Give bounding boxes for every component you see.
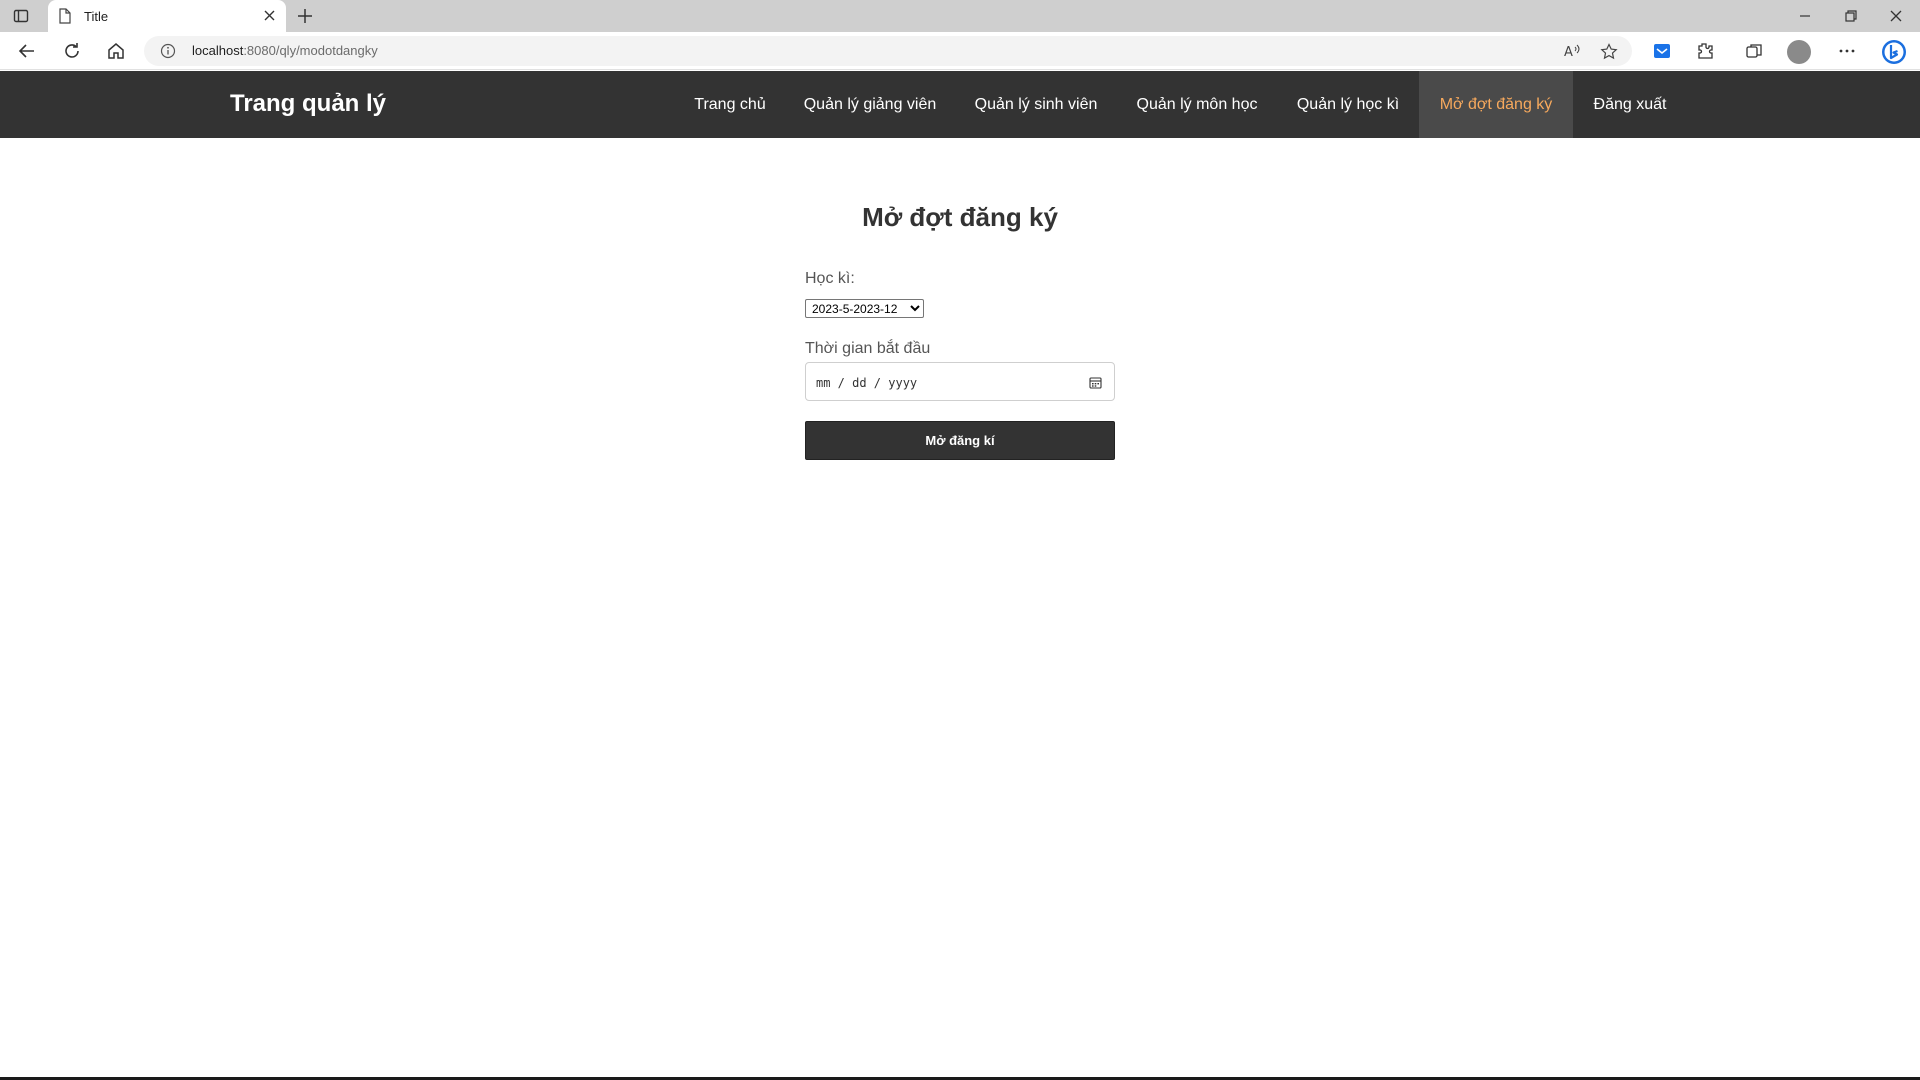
start-time-label: Thời gian bắt đầu [805, 340, 931, 357]
close-window-icon[interactable] [1888, 8, 1904, 24]
browser-tab[interactable]: Title [48, 0, 286, 32]
minimize-icon[interactable] [1797, 8, 1813, 24]
semester-label: Học kì: [805, 270, 855, 287]
new-tab-icon[interactable] [296, 7, 314, 30]
start-date-input[interactable]: mm / dd / yyyy [805, 362, 1115, 401]
back-icon[interactable] [17, 41, 37, 61]
reload-icon[interactable] [62, 41, 82, 61]
nav-item-logout[interactable]: Đăng xuất [1574, 71, 1686, 138]
site-info-icon[interactable] [160, 43, 176, 64]
more-options-icon[interactable] [1837, 41, 1857, 61]
url-path: :8080/qly/modotdangky [243, 43, 378, 58]
browser-toolbar: localhost:8080/qly/modotdangky A [0, 32, 1920, 70]
home-icon[interactable] [106, 41, 126, 61]
nav-item-semesters[interactable]: Quản lý học kì [1278, 71, 1418, 138]
read-aloud-icon[interactable]: A [1564, 43, 1582, 64]
nav-item-lecturers[interactable]: Quản lý giảng viên [785, 71, 955, 138]
brand-title[interactable]: Trang quản lý [230, 90, 386, 118]
collections-icon[interactable] [1744, 41, 1764, 61]
nav-item-open-registration[interactable]: Mở đợt đăng ký [1419, 71, 1573, 138]
url-host: localhost [192, 43, 244, 58]
url-text: localhost:8080/qly/modotdangky [192, 43, 378, 58]
nav-item-subjects[interactable]: Quản lý môn học [1117, 71, 1277, 138]
address-bar[interactable]: localhost:8080/qly/modotdangky A [144, 36, 1632, 66]
extensions-icon[interactable] [1695, 41, 1715, 61]
nav-item-students[interactable]: Quản lý sinh viên [956, 71, 1116, 138]
page-title: Mở đợt đăng ký [862, 202, 1058, 232]
profile-avatar[interactable] [1787, 40, 1811, 64]
svg-text:A: A [1564, 45, 1573, 59]
tab-actions-icon[interactable] [12, 7, 30, 25]
tab-title: Title [84, 9, 109, 24]
close-tab-icon[interactable] [263, 9, 276, 27]
open-registration-button[interactable]: Mở đăng kí [805, 421, 1115, 460]
page-icon [58, 8, 72, 29]
nav-item-home[interactable]: Trang chủ [676, 71, 784, 138]
favorite-icon[interactable] [1600, 43, 1618, 66]
restore-icon[interactable] [1843, 8, 1859, 24]
bing-icon[interactable] [1881, 39, 1907, 65]
semester-select[interactable]: 2023-5-2023-12 [805, 299, 924, 318]
date-placeholder: mm / dd / yyyy [816, 376, 918, 390]
wallet-icon[interactable] [1652, 41, 1672, 61]
site-navbar: Trang quản lý Trang chủ Quản lý giảng vi… [0, 71, 1920, 138]
calendar-icon[interactable] [1089, 376, 1102, 394]
browser-tab-bar: Title [0, 0, 1920, 32]
